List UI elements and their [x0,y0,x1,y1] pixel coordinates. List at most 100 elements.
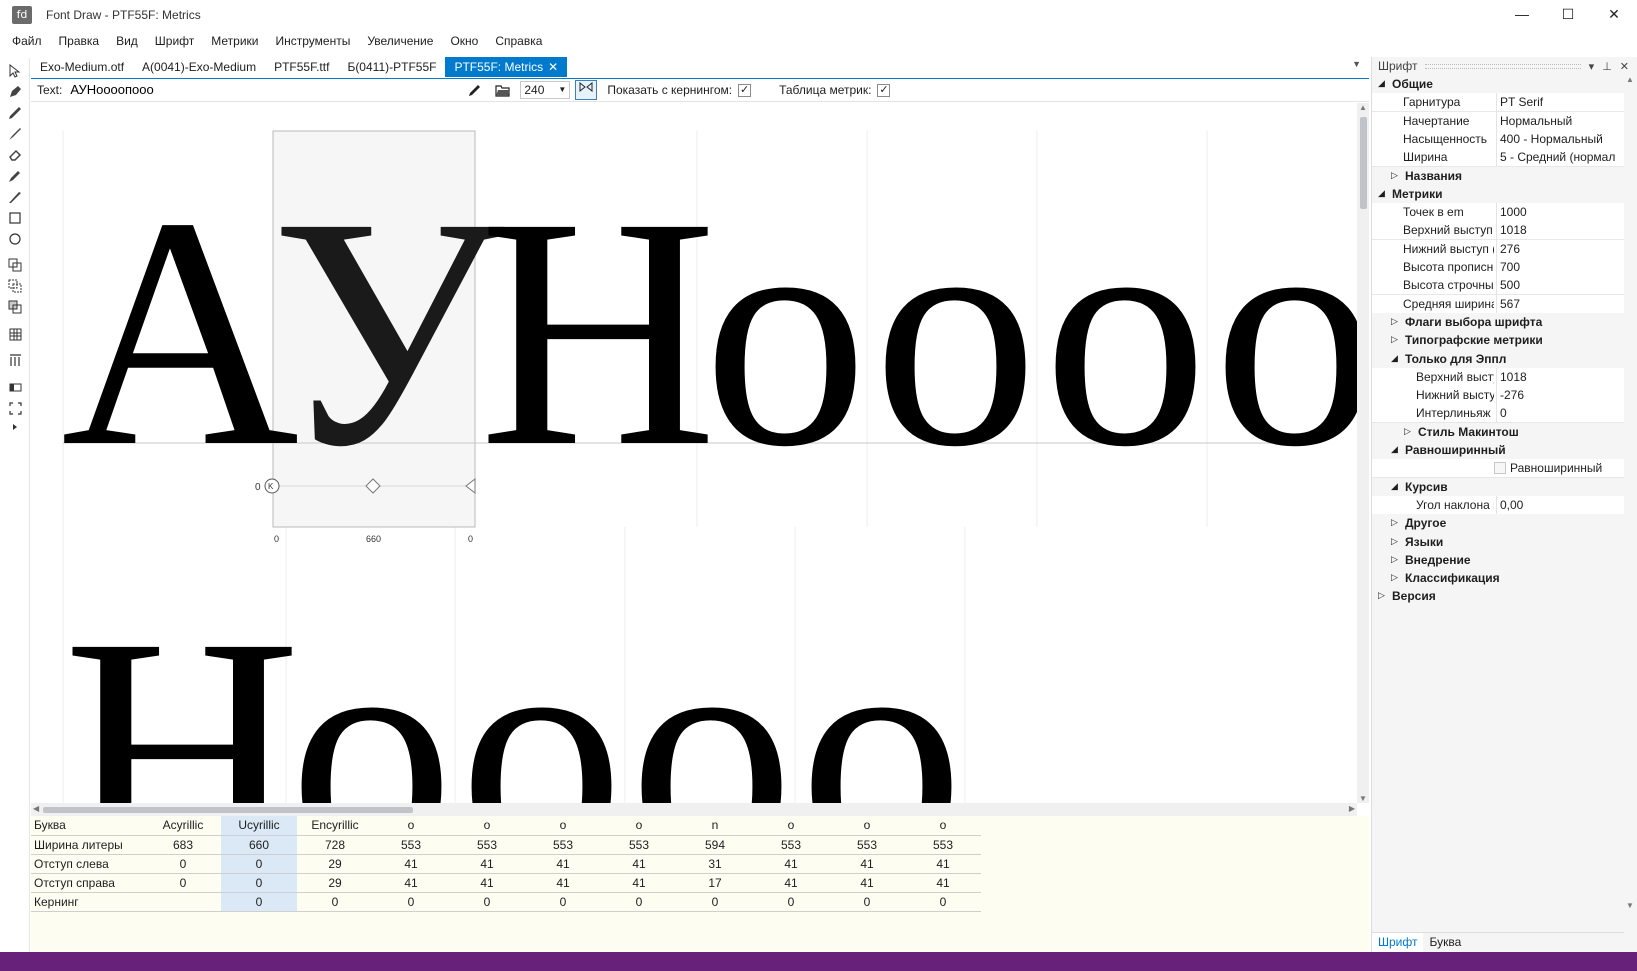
metrics-value-cell[interactable]: 41 [601,854,677,874]
minimize-button[interactable]: — [1499,0,1545,30]
menu-metrics[interactable]: Метрики [211,34,258,48]
metrics-value-cell[interactable]: 553 [829,835,905,855]
metrics-value-cell[interactable]: 41 [905,854,981,874]
property-category[interactable]: ▷ Языки [1372,532,1624,552]
open-folder-icon[interactable] [492,80,514,100]
glyph-o[interactable]: o [1043,150,1208,515]
property-category[interactable]: ▷ Классификация [1372,569,1624,589]
metrics-value-cell[interactable]: 41 [373,873,449,893]
metrics-value-cell[interactable]: 41 [373,854,449,874]
pen-tool-icon[interactable] [6,83,24,101]
glyph-canvas[interactable]: А У Н o o o o 0 K 0 660 0 Н o o o o [31,103,1357,803]
metrics-value-cell[interactable]: 41 [601,873,677,893]
property-value[interactable]: 5 - Средний (нормал [1500,150,1615,164]
property-checkbox-row[interactable]: Равноширинный [1372,459,1624,479]
edit-text-icon[interactable] [464,80,486,100]
property-value[interactable]: PT Serif [1500,95,1543,109]
tab-font[interactable]: Шрифт [1372,933,1424,952]
metrics-value-cell[interactable]: 41 [449,873,525,893]
property-row[interactable]: Нижний выступ (W 276 [1372,239,1624,259]
property-category[interactable]: ▷ Названия [1372,166,1624,186]
property-row[interactable]: Ширина 5 - Средний (нормал [1372,148,1624,168]
metrics-value-cell[interactable]: 41 [829,873,905,893]
menu-font[interactable]: Шрифт [155,34,194,48]
property-value[interactable]: 276 [1500,242,1520,256]
expand-icon[interactable]: ▷ [1391,517,1398,528]
maximize-button[interactable]: ☐ [1545,0,1591,30]
property-category[interactable]: ◢ Только для Эппл [1372,349,1624,369]
metrics-value-cell[interactable]: 660 [221,835,297,855]
glyph-o[interactable]: o [703,150,868,515]
tab-ptf55f-ttf[interactable]: PTF55F.ttf [265,57,338,77]
scroll-left-icon[interactable]: ◀ [33,804,39,813]
tab-a-exo-medium[interactable]: A(0041)-Exo-Medium [133,57,265,77]
property-value[interactable]: 0,00 [1500,498,1523,512]
metrics-value-cell[interactable]: 41 [753,873,829,893]
close-icon[interactable]: ✕ [1620,60,1629,73]
collapse-icon[interactable]: ◢ [1378,78,1385,89]
metrics-value-cell[interactable]: 41 [449,854,525,874]
metrics-value-cell[interactable]: 31 [677,854,753,874]
show-kerning-checkbox[interactable]: ✓ [738,83,752,97]
menu-edit[interactable]: Правка [59,34,100,48]
metrics-value-cell[interactable]: 0 [449,892,525,912]
metrics-value-cell[interactable]: 683 [145,835,221,855]
property-category[interactable]: ▷ Флаги выбора шрифта [1372,312,1624,332]
metrics-value-cell[interactable]: 41 [905,873,981,893]
property-category[interactable]: ◢ Метрики [1372,184,1624,204]
metrics-value-cell[interactable]: 41 [829,854,905,874]
pointer-tool-icon[interactable] [6,62,24,80]
metrics-value-cell[interactable]: 0 [221,892,297,912]
property-category[interactable]: ◢ Общие [1372,75,1624,94]
grid-icon[interactable] [6,325,24,343]
property-row[interactable]: Интерлиньяж 0 [1372,404,1624,424]
expand-icon[interactable]: ▷ [1391,572,1398,583]
glyph-en[interactable]: Н [63,570,301,803]
metrics-value-cell[interactable]: 41 [753,854,829,874]
property-row[interactable]: Верхний выступ 1018 [1372,367,1624,387]
metrics-value-cell[interactable]: 0 [297,892,373,912]
metrics-value-cell[interactable]: 41 [525,873,601,893]
metrics-value-cell[interactable] [145,892,221,912]
expand-icon[interactable]: ▷ [1391,316,1398,327]
tab-close-icon[interactable]: ✕ [548,60,558,74]
metrics-glyph-name-cell[interactable]: o [829,816,905,836]
metrics-value-cell[interactable]: 29 [297,873,373,893]
shape-union-icon[interactable] [6,256,24,274]
property-value[interactable]: 0 [1500,406,1507,420]
metrics-glyph-name-cell[interactable]: Encyrillic [297,816,373,836]
tab-exo-medium-otf[interactable]: Exo-Medium.otf [31,57,133,77]
pin-icon[interactable]: ⊥ [1602,60,1612,73]
metrics-value-cell[interactable]: 0 [829,892,905,912]
panel-vertical-scrollbar[interactable]: ▲ ▼ [1623,75,1637,910]
property-value[interactable]: 700 [1500,260,1520,274]
tab-be-ptf55f[interactable]: Б(0411)-PTF55F [338,57,445,77]
expand-icon[interactable]: ▷ [1404,426,1411,437]
metrics-glyph-name-cell[interactable]: o [449,816,525,836]
glyph-o[interactable]: o [459,570,624,803]
property-row[interactable]: Гарнитура PT Serif [1372,93,1624,113]
metrics-table-checkbox[interactable]: ✓ [877,83,891,97]
metrics-value-cell[interactable]: 553 [449,835,525,855]
knife-tool-icon[interactable] [6,188,24,206]
metrics-icon[interactable] [6,351,24,369]
metrics-value-cell[interactable]: 0 [145,873,221,893]
property-value[interactable]: 567 [1500,297,1520,311]
property-row[interactable]: Насыщенность 400 - Нормальный [1372,129,1624,149]
metrics-value-cell[interactable]: 553 [373,835,449,855]
menu-view[interactable]: Вид [116,34,138,48]
marker-tool-icon[interactable] [6,167,24,185]
metrics-value-cell[interactable]: 0 [677,892,753,912]
property-category[interactable]: ▷ Другое [1372,514,1624,534]
property-value[interactable]: -276 [1500,388,1524,402]
property-category[interactable]: ▷ Стиль Макинтош [1372,422,1624,442]
metrics-value-cell[interactable]: 728 [297,835,373,855]
scrollbar-thumb[interactable] [43,807,413,813]
scroll-right-icon[interactable]: ▶ [1349,804,1355,813]
pencil-tool-icon[interactable] [6,104,24,122]
canvas-horizontal-scrollbar[interactable]: ◀ ▶ [31,803,1357,816]
metrics-value-cell[interactable]: 17 [677,873,753,893]
property-category[interactable]: ▷ Типографские метрики [1372,331,1624,351]
glyph-o[interactable]: o [873,150,1038,515]
close-button[interactable]: ✕ [1591,0,1637,30]
